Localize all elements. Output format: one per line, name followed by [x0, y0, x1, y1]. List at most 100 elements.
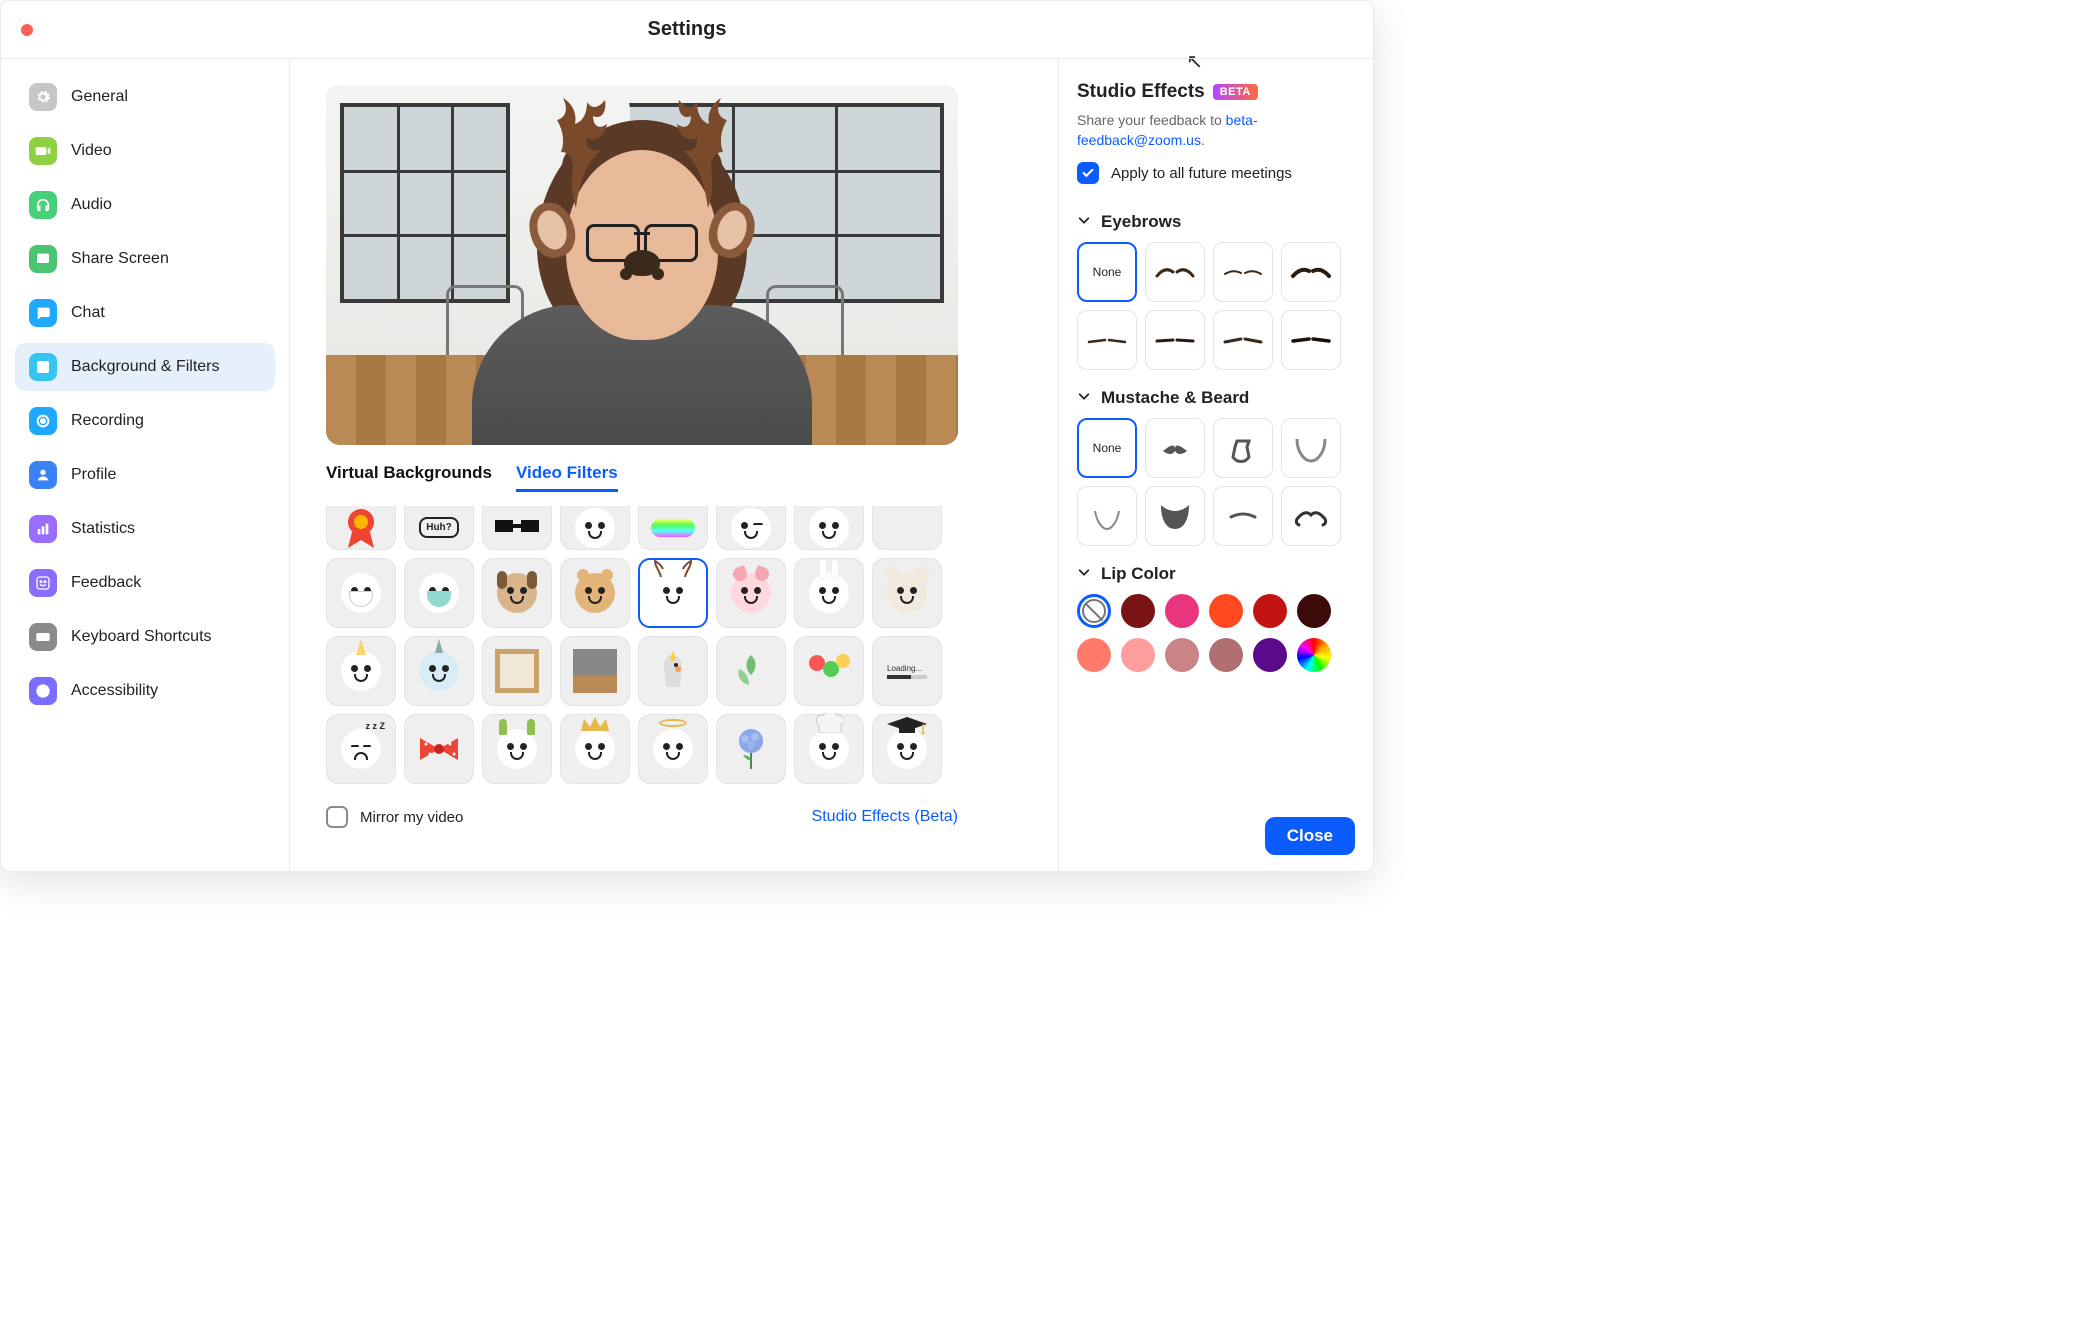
beard-option-mustache[interactable] [1145, 418, 1205, 478]
lip-color-5a0a8a[interactable] [1253, 638, 1287, 672]
eyebrow-option-brow-flat3[interactable] [1213, 310, 1273, 370]
filter-narwhal[interactable] [404, 636, 474, 706]
filter-big-smile[interactable] [794, 506, 864, 550]
filter-huh[interactable]: Huh? [404, 506, 474, 550]
filter-bunny[interactable] [794, 558, 864, 628]
filter-unicorn[interactable] [326, 636, 396, 706]
sidebar-item-accessibility[interactable]: Accessibility [15, 667, 275, 715]
filter-halo[interactable] [638, 714, 708, 784]
sidebar: General Video Audio Share Screen Chat Backgro… [1, 59, 290, 871]
close-window-icon[interactable] [21, 24, 33, 36]
lip-color-7a1414[interactable] [1121, 594, 1155, 628]
apply-checkbox[interactable] [1077, 162, 1099, 184]
filter-bear[interactable] [560, 558, 630, 628]
close-button[interactable]: Close [1265, 817, 1355, 855]
video-preview [326, 85, 958, 445]
lip-color-none[interactable] [1077, 594, 1111, 628]
lip-color-c98585[interactable] [1165, 638, 1199, 672]
titlebar: Settings [1, 1, 1373, 59]
filter-sleep[interactable]: z z Z [326, 714, 396, 784]
sidebar-item-stats[interactable]: Statistics [15, 505, 275, 553]
tab-vb[interactable]: Virtual Backgrounds [326, 463, 492, 492]
sidebar-item-general[interactable]: General [15, 73, 275, 121]
sidebar-item-profile[interactable]: Profile [15, 451, 275, 499]
lip-color-ff4a1f[interactable] [1209, 594, 1243, 628]
beard-option-chin-line[interactable] [1077, 486, 1137, 546]
stats-icon [29, 515, 57, 543]
eyebrow-option-brow-flat2[interactable] [1145, 310, 1205, 370]
beard-option-goatee[interactable] [1213, 418, 1273, 478]
filter-mask2[interactable] [404, 558, 474, 628]
filter-mouse[interactable] [872, 558, 942, 628]
studio-effects-link[interactable]: Studio Effects (Beta) [812, 808, 958, 826]
sidebar-item-label: Audio [71, 196, 112, 214]
person-preview [472, 125, 812, 445]
filter-wink[interactable] [716, 506, 786, 550]
eyebrow-option-brow-thin[interactable] [1213, 242, 1273, 302]
lip-color-e8357e[interactable] [1165, 594, 1199, 628]
sidebar-item-label: Background & Filters [71, 358, 220, 376]
apply-all-meetings[interactable]: Apply to all future meetings [1077, 162, 1355, 184]
sidebar-item-label: Keyboard Shortcuts [71, 628, 212, 646]
mirror-checkbox[interactable] [326, 806, 348, 828]
filter-crown[interactable] [560, 714, 630, 784]
lip-color-b07070[interactable] [1209, 638, 1243, 672]
filter-leaves[interactable] [716, 636, 786, 706]
eyebrow-option-brow-flat1[interactable] [1077, 310, 1137, 370]
filter-lollipops[interactable] [794, 636, 864, 706]
lip-color-rainbow[interactable] [1297, 638, 1331, 672]
filter-blank[interactable] [872, 506, 942, 550]
filter-shrek-ears[interactable] [482, 714, 552, 784]
sidebar-item-label: Accessibility [71, 682, 158, 700]
eyebrow-option-brow-thick[interactable] [1281, 242, 1341, 302]
lipcolor-header[interactable]: Lip Color [1077, 564, 1355, 584]
beard-option-none[interactable]: None [1077, 418, 1137, 478]
eyebrow-option-brow-arc[interactable] [1145, 242, 1205, 302]
lip-color-ff9c9c[interactable] [1121, 638, 1155, 672]
filter-cockatiel[interactable] [638, 636, 708, 706]
filter-frame-wood[interactable] [482, 636, 552, 706]
filter-bow[interactable] [404, 714, 474, 784]
sidebar-item-recording[interactable]: Recording [15, 397, 275, 445]
sidebar-item-video[interactable]: Video [15, 127, 275, 175]
beard-option-chin-outline[interactable] [1281, 418, 1341, 478]
tab-vf[interactable]: Video Filters [516, 463, 618, 492]
sidebar-item-feedback[interactable]: Feedback [15, 559, 275, 607]
feedback-text: Share your feedback to beta-feedback@zoo… [1077, 111, 1355, 150]
lip-color-c31414[interactable] [1253, 594, 1287, 628]
beard-option-thin-stache[interactable] [1213, 486, 1273, 546]
studio-effects-title: Studio Effects [1077, 81, 1205, 103]
beta-badge: BETA [1213, 84, 1258, 100]
mirror-my-video[interactable]: Mirror my video [326, 806, 463, 828]
filter-frame-room[interactable] [560, 636, 630, 706]
sidebar-item-audio[interactable]: Audio [15, 181, 275, 229]
filter-hydrangea[interactable] [716, 714, 786, 784]
sidebar-item-label: Video [71, 142, 112, 160]
eyebrow-option-brow-flat4[interactable] [1281, 310, 1341, 370]
filter-mask1[interactable] [326, 558, 396, 628]
filter-deer[interactable] [638, 558, 708, 628]
sidebar-item-bgfilters[interactable]: Background & Filters [15, 343, 275, 391]
beard-option-full-beard[interactable] [1145, 486, 1205, 546]
eyebrows-header[interactable]: Eyebrows [1077, 212, 1355, 232]
filter-chef-hat[interactable] [794, 714, 864, 784]
tabs: Virtual Backgrounds Video Filters [326, 463, 1022, 492]
sidebar-item-label: Recording [71, 412, 144, 430]
sidebar-item-share[interactable]: Share Screen [15, 235, 275, 283]
filter-ribbon[interactable] [326, 506, 396, 550]
filter-pig[interactable] [716, 558, 786, 628]
filter-loading[interactable]: Loading... [872, 636, 942, 706]
sidebar-item-chat[interactable]: Chat [15, 289, 275, 337]
beard-header[interactable]: Mustache & Beard [1077, 388, 1355, 408]
eyebrow-option-none[interactable]: None [1077, 242, 1137, 302]
filter-grad-cap[interactable] [872, 714, 942, 784]
lip-color-ff7a6a[interactable] [1077, 638, 1111, 672]
filter-dog[interactable] [482, 558, 552, 628]
filter-rainbow-band[interactable] [638, 506, 708, 550]
lip-color-3d0a0a[interactable] [1297, 594, 1331, 628]
beard-option-handlebar[interactable] [1281, 486, 1341, 546]
sidebar-item-shortcuts[interactable]: Keyboard Shortcuts [15, 613, 275, 661]
filter-pixel-glasses[interactable] [482, 506, 552, 550]
window-controls [21, 24, 33, 36]
filter-cute-face[interactable] [560, 506, 630, 550]
